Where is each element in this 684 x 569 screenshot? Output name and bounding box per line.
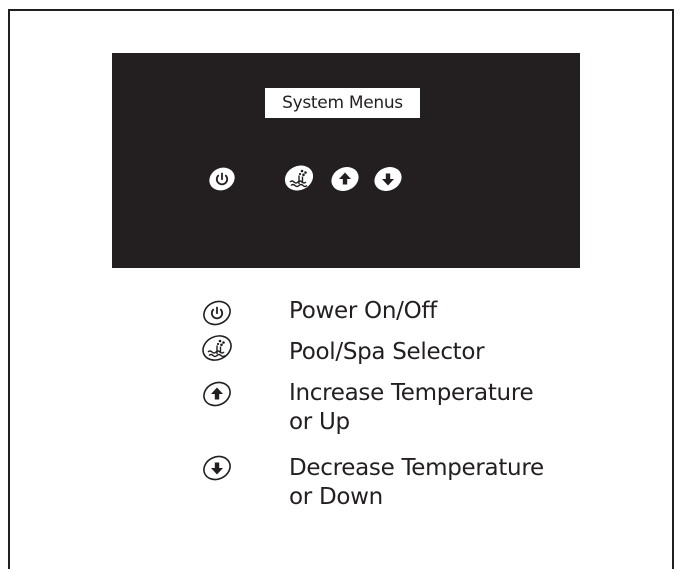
- down-button[interactable]: [371, 165, 405, 193]
- legend-label-power: Power On/Off: [289, 297, 437, 326]
- legend-line: Decrease Temperature: [289, 455, 544, 481]
- legend-line: or Down: [289, 484, 383, 510]
- legend-power-icon: [203, 300, 231, 326]
- legend-line: or Up: [289, 409, 350, 435]
- legend-label-pool-spa: Pool/Spa Selector: [289, 338, 485, 367]
- pool-spa-icon: [284, 165, 314, 191]
- control-panel: [112, 53, 580, 268]
- legend-line: Pool/Spa Selector: [289, 339, 485, 365]
- legend-line: Increase Temperature: [289, 380, 534, 406]
- pool-spa-button[interactable]: [282, 163, 316, 193]
- up-button[interactable]: [328, 165, 362, 193]
- power-button[interactable]: [206, 166, 238, 192]
- legend-line: Power On/Off: [289, 298, 437, 324]
- legend-pool-spa-icon: [202, 335, 232, 361]
- down-arrow-icon: [374, 167, 402, 191]
- power-icon: [209, 167, 235, 191]
- display-screen: System Menus: [264, 87, 421, 119]
- legend-label-increase: Increase Temperature or Up: [289, 379, 534, 437]
- legend-down-arrow-icon: [203, 455, 231, 481]
- legend-up-arrow-icon: [203, 381, 231, 407]
- legend-label-decrease: Decrease Temperature or Down: [289, 454, 544, 512]
- up-arrow-icon: [331, 167, 359, 191]
